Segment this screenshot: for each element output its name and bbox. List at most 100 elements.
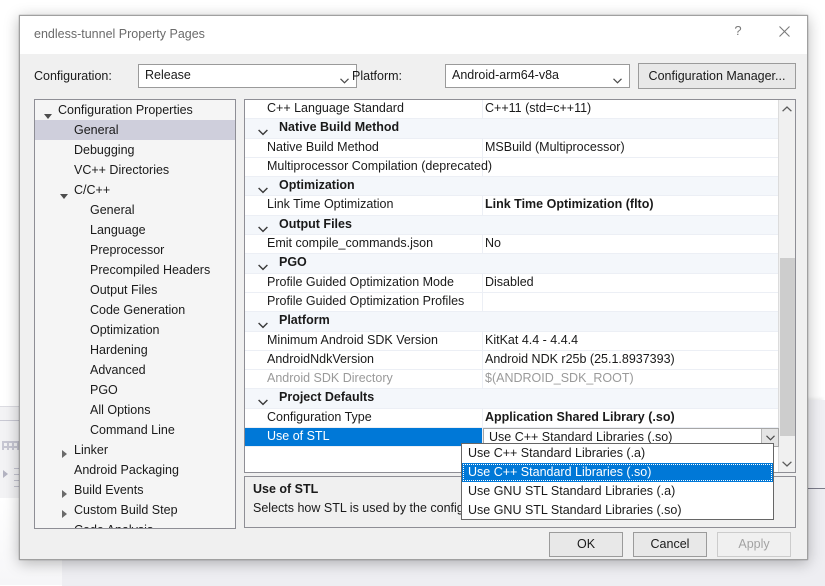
property-row-configuration-type[interactable]: Configuration TypeApplication Shared Lib…	[245, 409, 779, 428]
chevron-down-icon	[613, 73, 622, 79]
property-row-native-build-method[interactable]: Native Build MethodMSBuild (Multiprocess…	[245, 139, 779, 158]
scrollbar-thumb[interactable]	[780, 258, 795, 436]
property-group-project-defaults[interactable]: Project Defaults	[245, 389, 779, 408]
platform-dropdown[interactable]: Android-arm64-v8a	[445, 64, 630, 88]
tree-item-pgo[interactable]: PGO	[35, 380, 235, 400]
tree-item-code-generation[interactable]: Code Generation	[35, 300, 235, 320]
property-row-android-sdk-directory[interactable]: Android SDK Directory$(ANDROID_SDK_ROOT)	[245, 370, 779, 389]
tree-item-optimization[interactable]: Optimization	[35, 320, 235, 340]
tree-item-hardening[interactable]: Hardening	[35, 340, 235, 360]
tree-item-output-files[interactable]: Output Files	[35, 280, 235, 300]
tree-item-preprocessor[interactable]: Preprocessor	[35, 240, 235, 260]
property-row-androidndkversion[interactable]: AndroidNdkVersionAndroid NDK r25b (25.1.…	[245, 351, 779, 370]
cancel-button[interactable]: Cancel	[633, 532, 707, 557]
property-group-pgo[interactable]: PGO	[245, 254, 779, 273]
property-value: $(ANDROID_SDK_ROOT)	[485, 371, 777, 385]
tree-item-build-events[interactable]: Build Events	[35, 480, 235, 500]
configuration-dropdown[interactable]: Release	[138, 64, 357, 88]
tree-item-general[interactable]: General	[35, 120, 235, 140]
tree-item-precompiled-headers[interactable]: Precompiled Headers	[35, 260, 235, 280]
tree-item-label: PGO	[90, 380, 118, 400]
property-grid-rows: C++ Language StandardC++11 (std=c++11)Na…	[245, 100, 779, 447]
property-name: Configuration Type	[267, 410, 497, 424]
property-value: Android NDK r25b (25.1.8937393)	[485, 352, 777, 366]
property-row-minimum-android-sdk-version[interactable]: Minimum Android SDK VersionKitKat 4.4 - …	[245, 332, 779, 351]
tree-item-vc-directories[interactable]: VC++ Directories	[35, 160, 235, 180]
dropdown-option-0[interactable]: Use C++ Standard Libraries (.a)	[462, 444, 773, 463]
property-name: C++ Language Standard	[267, 101, 497, 115]
property-group-label: Native Build Method	[279, 120, 759, 134]
tree-item-debugging[interactable]: Debugging	[35, 140, 235, 160]
tree-item-android-packaging[interactable]: Android Packaging	[35, 460, 235, 480]
chevron-down-icon	[258, 395, 268, 402]
tree-item-general[interactable]: General	[35, 200, 235, 220]
tree-item-command-line[interactable]: Command Line	[35, 420, 235, 440]
tree-item-linker[interactable]: Linker	[35, 440, 235, 460]
property-row-emit-compile-commands-json[interactable]: Emit compile_commands.jsonNo	[245, 235, 779, 254]
platform-value: Android-arm64-v8a	[452, 68, 559, 82]
collapsed-triangle-icon	[57, 500, 71, 520]
property-row-profile-guided-optimization-mode[interactable]: Profile Guided Optimization ModeDisabled	[245, 274, 779, 293]
property-row-link-time-optimization[interactable]: Link Time OptimizationLink Time Optimiza…	[245, 196, 779, 215]
property-row-profile-guided-optimization-profiles[interactable]: Profile Guided Optimization Profiles	[245, 293, 779, 312]
property-value: Application Shared Library (.so)	[485, 410, 777, 424]
property-grid-scrollbar[interactable]	[778, 100, 795, 472]
configuration-label: Configuration:	[34, 69, 112, 83]
collapsed-triangle-icon	[57, 440, 71, 460]
property-grid[interactable]: C++ Language StandardC++11 (std=c++11)Na…	[244, 99, 796, 473]
tree-item-all-options[interactable]: All Options	[35, 400, 235, 420]
background-triangle-icon	[3, 470, 8, 478]
configuration-properties-tree[interactable]: Configuration PropertiesGeneralDebugging…	[34, 99, 236, 529]
apply-button[interactable]: Apply	[717, 532, 791, 557]
tree-item-configuration-properties[interactable]: Configuration Properties	[35, 100, 235, 120]
property-row-multiprocessor-compilation-deprecated[interactable]: Multiprocessor Compilation (deprecated)	[245, 158, 779, 177]
tree-item-label: Hardening	[90, 340, 148, 360]
property-group-platform[interactable]: Platform	[245, 312, 779, 331]
property-group-optimization[interactable]: Optimization	[245, 177, 779, 196]
property-group-native-build-method[interactable]: Native Build Method	[245, 119, 779, 138]
dropdown-option-1[interactable]: Use C++ Standard Libraries (.so)	[462, 463, 773, 482]
tree-item-label: Advanced	[90, 360, 146, 380]
description-title: Use of STL	[253, 482, 318, 496]
close-icon[interactable]	[761, 16, 807, 46]
property-name: Multiprocessor Compilation (deprecated)	[267, 159, 497, 173]
property-name: Emit compile_commands.json	[267, 236, 497, 250]
scroll-down-icon[interactable]	[779, 455, 795, 472]
tree-item-label: Optimization	[90, 320, 159, 340]
tree-item-label: Preprocessor	[90, 240, 164, 260]
tree-item-label: C/C++	[74, 180, 110, 200]
tree-item-label: Code Generation	[90, 300, 185, 320]
tree-item-label: Custom Build Step	[74, 500, 178, 520]
property-group-output-files[interactable]: Output Files	[245, 216, 779, 235]
tree-item-advanced[interactable]: Advanced	[35, 360, 235, 380]
property-value: Disabled	[485, 275, 777, 289]
tree-item-custom-build-step[interactable]: Custom Build Step	[35, 500, 235, 520]
collapsed-triangle-icon	[57, 520, 71, 529]
property-name: Use of STL	[245, 428, 482, 446]
configuration-manager-button[interactable]: Configuration Manager...	[638, 63, 796, 89]
tree-item-code-analysis[interactable]: Code Analysis	[35, 520, 235, 529]
scroll-up-icon[interactable]	[779, 100, 795, 117]
collapsed-triangle-icon	[57, 480, 71, 500]
tree-item-label: Debugging	[74, 140, 134, 160]
ok-button[interactable]: OK	[549, 532, 623, 557]
property-name: Link Time Optimization	[267, 197, 497, 211]
property-name: Android SDK Directory	[267, 371, 497, 385]
tree-item-label: Language	[90, 220, 146, 240]
chevron-down-icon	[258, 318, 268, 325]
tree-item-c-c[interactable]: C/C++	[35, 180, 235, 200]
expanded-triangle-icon	[57, 180, 71, 200]
dropdown-option-3[interactable]: Use GNU STL Standard Libraries (.so)	[462, 501, 773, 520]
property-name: Minimum Android SDK Version	[267, 333, 497, 347]
use-of-stl-dropdown-list[interactable]: Use C++ Standard Libraries (.a)Use C++ S…	[461, 443, 774, 520]
expanded-triangle-icon	[41, 100, 55, 120]
help-icon[interactable]: ?	[715, 16, 761, 46]
tree-item-language[interactable]: Language	[35, 220, 235, 240]
property-value: Link Time Optimization (flto)	[485, 197, 777, 211]
property-row-c-language-standard[interactable]: C++ Language StandardC++11 (std=c++11)	[245, 100, 779, 119]
dropdown-option-2[interactable]: Use GNU STL Standard Libraries (.a)	[462, 482, 773, 501]
property-value: C++11 (std=c++11)	[485, 101, 777, 115]
chevron-down-icon	[340, 73, 349, 79]
tree-item-label: General	[90, 200, 134, 220]
property-name: Profile Guided Optimization Mode	[267, 275, 497, 289]
